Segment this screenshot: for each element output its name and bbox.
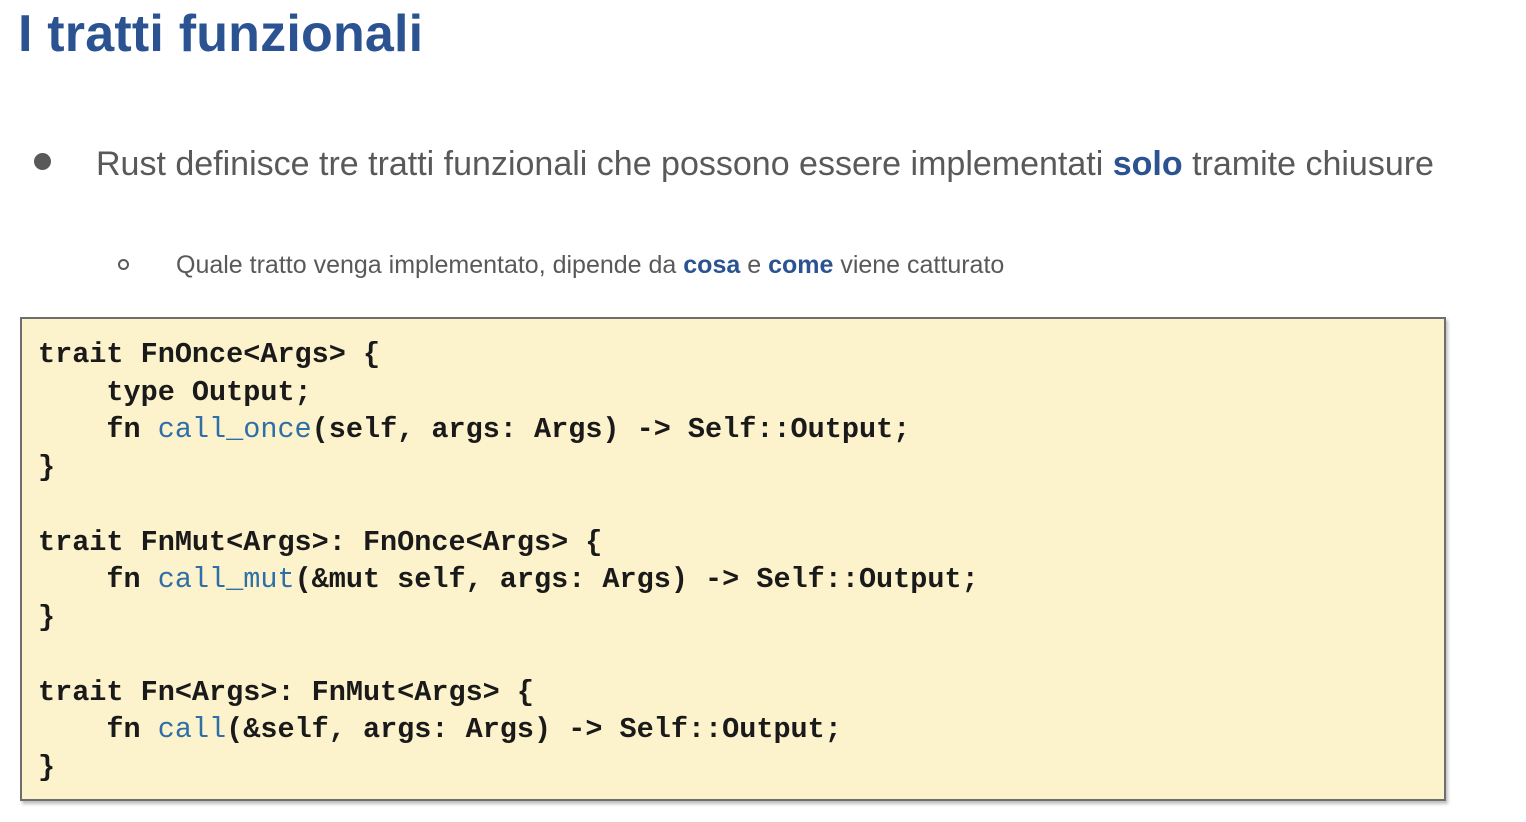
sub-text-3: viene catturato (833, 251, 1005, 279)
code-line-fnmut-method: fn call_mut(&mut self, args: Args) -> Se… (38, 561, 979, 599)
code-line-fn-decl: trait Fn<Args>: FnMut<Args> { (38, 675, 534, 709)
code-method-signature: (&self, args: Args) -> Self::Output; (226, 713, 842, 746)
code-line-fnonce-output: type Output; (38, 375, 312, 409)
code-keyword-fn: fn (38, 413, 158, 446)
code-method-signature: (&mut self, args: Args) -> Self::Output; (294, 563, 979, 596)
sub-text-2: e (740, 251, 769, 279)
code-line-fn-close: } (38, 750, 56, 784)
code-line-fnonce-method: fn call_once(self, args: Args) -> Self::… (38, 411, 979, 449)
code-line-fnonce-decl: trait FnOnce<Args> { (38, 338, 381, 371)
sub-emphasis-come: come (768, 251, 834, 279)
code-block: trait FnOnce<Args> { type Output; fn cal… (20, 317, 1446, 801)
code-method-name-call-once: call_once (157, 413, 312, 446)
code-keyword-fn: fn (38, 713, 158, 746)
bullet-text-before: Rust definisce tre tratti funzionali che… (96, 145, 1113, 183)
code-method-name-call: call (157, 713, 227, 746)
code-line-fn-method: fn call(&self, args: Args) -> Self::Outp… (38, 711, 979, 749)
code-method-name-call-mut: call_mut (157, 563, 295, 596)
code-line-fnonce-close: } (38, 450, 56, 484)
hollow-circle-bullet-icon (118, 259, 129, 270)
bullet-text-after: tramite chiusure (1182, 145, 1434, 183)
bullet-emphasis: solo (1112, 145, 1183, 183)
bullet-dot-icon (34, 153, 51, 170)
code-method-signature: (self, args: Args) -> Self::Output; (311, 413, 911, 446)
sub-text-1: Quale tratto venga implementato, dipende… (176, 251, 684, 279)
slide-title: I tratti funzionali (18, 5, 424, 63)
code-line-fnmut-close: } (38, 600, 56, 634)
code-line-fnmut-decl: trait FnMut<Args>: FnOnce<Args> { (38, 525, 603, 559)
bullet-text: Rust definisce tre tratti funzionali che… (96, 137, 1436, 191)
sub-bullet-text: Quale tratto venga implementato, dipende… (176, 248, 1004, 282)
code-keyword-fn: fn (38, 563, 158, 596)
sub-emphasis-cosa: cosa (683, 251, 741, 279)
code-listing: trait FnOnce<Args> { type Output; fn cal… (38, 336, 979, 786)
